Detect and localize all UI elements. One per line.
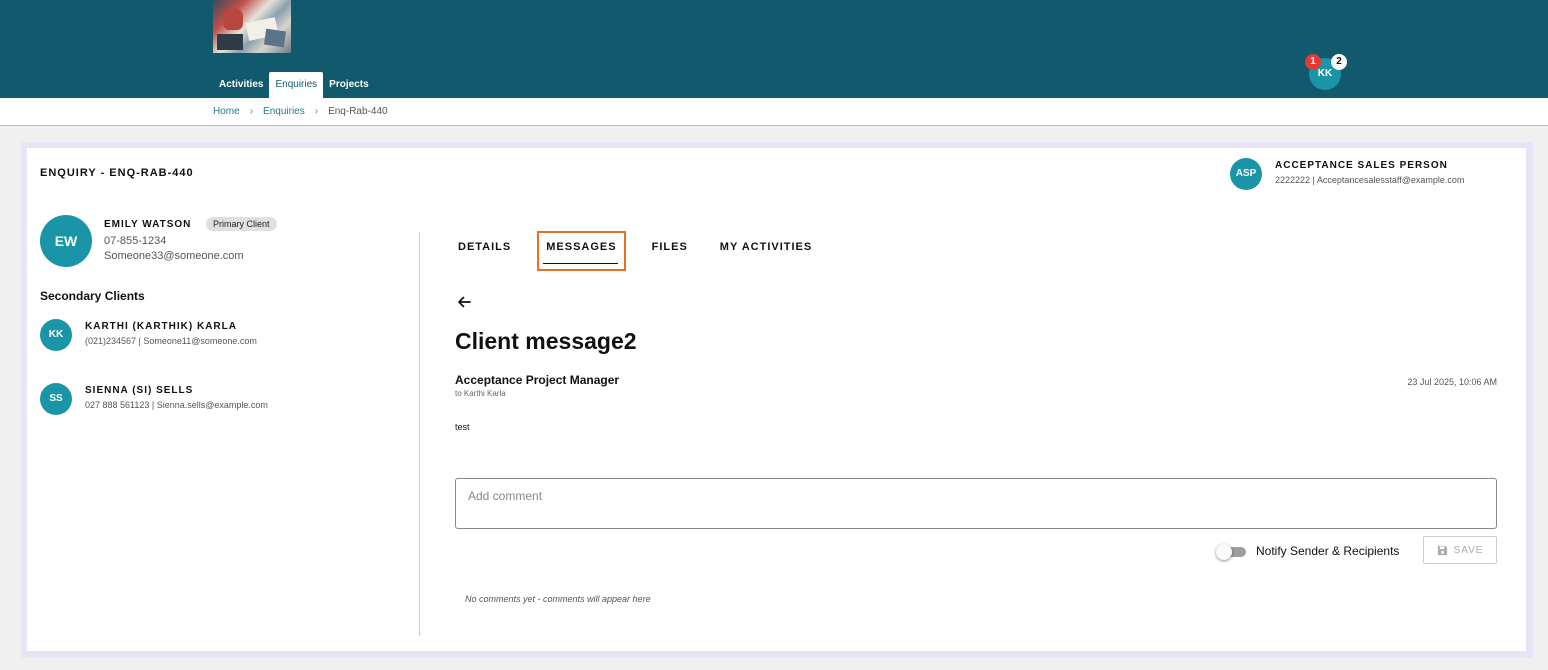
column-divider bbox=[419, 232, 420, 636]
tab-files[interactable]: FILES bbox=[646, 232, 694, 272]
sales-contact: 2222222 | Acceptancesalesstaff@example.c… bbox=[1275, 175, 1465, 185]
chevron-right-icon: › bbox=[249, 106, 254, 117]
primary-client-name: EMILY WATSON bbox=[104, 219, 192, 230]
comment-input[interactable] bbox=[455, 478, 1497, 529]
nav-enquiries[interactable]: Enquiries bbox=[269, 72, 324, 98]
toggle-knob bbox=[1216, 544, 1232, 560]
arrow-left-icon bbox=[458, 296, 471, 308]
message-title: Client message2 bbox=[455, 328, 637, 354]
tab-bar: DETAILS MESSAGES FILES MY ACTIVITIES bbox=[452, 231, 838, 272]
page-title: ENQUIRY - ENQ-RAB-440 bbox=[40, 167, 194, 179]
nav-projects[interactable]: Projects bbox=[323, 72, 374, 98]
breadcrumb: Home › Enquiries › Enq-Rab-440 bbox=[213, 106, 388, 117]
save-label: SAVE bbox=[1453, 544, 1484, 556]
primary-client-badge: Primary Client bbox=[206, 217, 277, 231]
primary-client-email: Someone33@someone.com bbox=[104, 250, 244, 262]
client-avatar: SS bbox=[40, 383, 72, 415]
save-button[interactable]: SAVE bbox=[1423, 536, 1497, 564]
sales-avatar: ASP bbox=[1230, 158, 1262, 190]
client-contact: (021)234567 | Someone11@someone.com bbox=[85, 336, 257, 346]
logo-shape bbox=[263, 28, 287, 48]
tab-messages[interactable]: MESSAGES bbox=[537, 231, 626, 271]
tab-my-activities[interactable]: MY ACTIVITIES bbox=[714, 232, 818, 272]
notify-toggle[interactable] bbox=[1216, 544, 1246, 560]
primary-client: EW EMILY WATSON Primary Client 07-855-12… bbox=[40, 215, 277, 267]
client-name: SIENNA (SI) SELLS bbox=[85, 385, 194, 396]
message-badge: 2 bbox=[1331, 54, 1347, 70]
app-header: Activities Enquiries Projects KK 1 2 bbox=[0, 0, 1548, 98]
user-menu[interactable]: KK 1 2 bbox=[1305, 54, 1347, 90]
message-date: 23 Jul 2025, 10:06 AM bbox=[1407, 377, 1497, 387]
client-name: KARTHI (KARTHIK) KARLA bbox=[85, 321, 237, 332]
logo-shape bbox=[217, 34, 243, 50]
empty-comments-text: No comments yet - comments will appear h… bbox=[465, 594, 651, 604]
primary-client-avatar: EW bbox=[40, 215, 92, 267]
logo-shape bbox=[223, 8, 243, 30]
breadcrumb-home[interactable]: Home bbox=[213, 106, 240, 117]
secondary-clients-heading: Secondary Clients bbox=[40, 289, 145, 303]
main-nav: Activities Enquiries Projects bbox=[213, 72, 375, 98]
chevron-right-icon: › bbox=[314, 106, 319, 117]
message-body: test bbox=[455, 422, 470, 432]
breadcrumb-current: Enq-Rab-440 bbox=[328, 106, 388, 117]
tab-details[interactable]: DETAILS bbox=[452, 232, 517, 272]
notification-badge: 1 bbox=[1305, 54, 1321, 70]
logo-image[interactable] bbox=[213, 0, 291, 53]
primary-client-phone: 07-855-1234 bbox=[104, 235, 167, 247]
client-contact: 027 888 561123 | Sienna.sells@example.co… bbox=[85, 400, 268, 410]
nav-activities[interactable]: Activities bbox=[213, 72, 269, 98]
breadcrumb-bar: Home › Enquiries › Enq-Rab-440 bbox=[0, 98, 1548, 126]
notify-label: Notify Sender & Recipients bbox=[1256, 544, 1400, 558]
back-button[interactable] bbox=[456, 294, 472, 310]
message-sender: Acceptance Project Manager bbox=[455, 373, 620, 387]
breadcrumb-enquiries[interactable]: Enquiries bbox=[263, 106, 305, 117]
client-avatar: KK bbox=[40, 319, 72, 351]
sales-name: ACCEPTANCE SALES PERSON bbox=[1275, 160, 1448, 171]
message-recipient: to Karthi Karla bbox=[455, 389, 506, 398]
save-icon bbox=[1437, 545, 1447, 555]
